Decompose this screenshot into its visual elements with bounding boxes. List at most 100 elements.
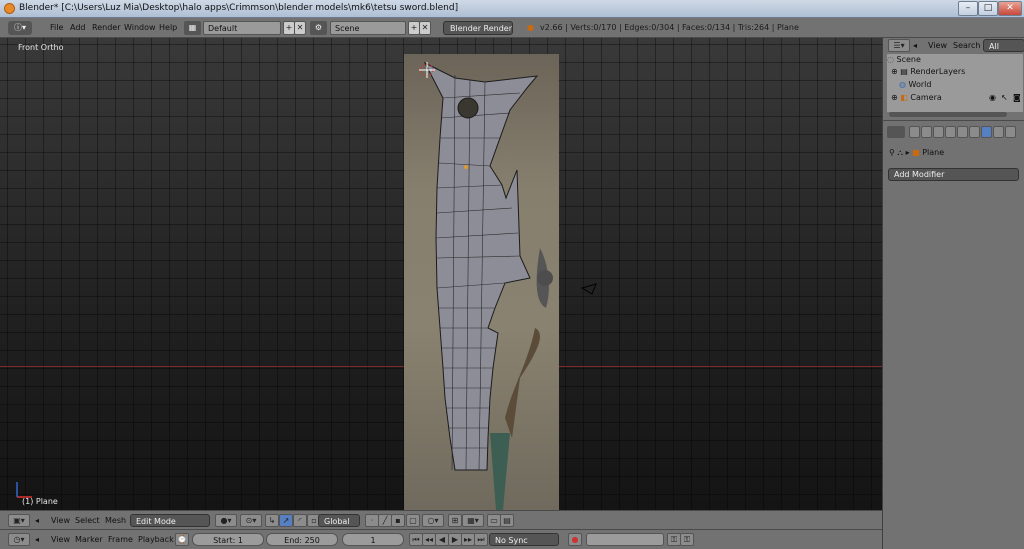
expand-toggle-icon[interactable]: ⊕ — [891, 93, 900, 102]
edge-select-icon[interactable]: ╱ — [378, 514, 392, 527]
outliner-row-scene[interactable]: ◌ Scene — [887, 54, 1023, 66]
properties-editor-type-icon[interactable] — [887, 126, 905, 138]
reference-handle-shape — [490, 433, 510, 510]
menu-add[interactable]: Add — [70, 21, 86, 35]
play-reverse-icon[interactable]: ◀ — [435, 533, 449, 546]
material-tab-icon[interactable] — [1005, 126, 1016, 138]
next-keyframe-icon[interactable]: ▸▸ — [461, 533, 475, 546]
delete-keyframe-icon[interactable]: ⚿ — [680, 533, 694, 546]
visibility-eye-icon[interactable]: ◉ — [989, 92, 996, 104]
selectability-arrow-icon[interactable]: ↖ — [1001, 92, 1008, 104]
limit-selection-icon[interactable]: ▢ — [406, 514, 420, 527]
camera-icon: ◧ — [900, 93, 911, 102]
menu-file[interactable]: File — [50, 21, 63, 35]
scene-icon[interactable]: ⚙ — [310, 21, 327, 35]
outliner-tree[interactable]: ◌ Scene ⊕ ▤ RenderLayers ◍ World ⊕ ◧ Cam… — [887, 54, 1023, 112]
view3d-menu-mesh[interactable]: Mesh — [105, 514, 126, 527]
translate-manipulator-icon[interactable]: ↗ — [279, 514, 293, 527]
view3d-menu-view[interactable]: View — [51, 514, 70, 527]
jump-start-icon[interactable]: ⏮ — [409, 533, 423, 546]
render-layers-icon: ▤ — [900, 67, 911, 76]
preview-range-icon[interactable]: ⌚ — [175, 533, 189, 546]
pivot-point-icon[interactable]: ⊙▾ — [240, 514, 262, 527]
object-data-tab-icon[interactable] — [993, 126, 1004, 138]
menu-help[interactable]: Help — [159, 21, 177, 35]
timeline-collapse-icon[interactable]: ◂ — [35, 533, 39, 546]
snap-element-icon[interactable]: ▦▾ — [462, 514, 484, 527]
view3d-editor-type-icon[interactable]: ▣▾ — [8, 514, 30, 527]
play-icon[interactable]: ▶ — [448, 533, 462, 546]
outliner-camera-label: Camera — [910, 93, 942, 102]
sync-mode-dropdown[interactable]: No Sync — [489, 533, 559, 546]
face-select-icon[interactable]: ▪ — [391, 514, 405, 527]
end-frame-field[interactable]: End: 250 — [266, 533, 338, 546]
outliner-panel: ☰▾ ◂ View Search All Scenes ◌ Scene ⊕ ▤ … — [882, 38, 1024, 120]
modifiers-wrench-tab-icon[interactable] — [981, 126, 992, 138]
minimize-button[interactable]: – — [958, 1, 978, 16]
add-modifier-dropdown[interactable]: Add Modifier — [888, 168, 1019, 181]
outliner-row-world[interactable]: ◍ World — [899, 79, 1023, 91]
outliner-row-renderlayers[interactable]: ⊕ ▤ RenderLayers — [891, 66, 1023, 78]
info-header: ⓘ▾ File Add Render Window Help ▦ Default… — [0, 18, 1024, 38]
render-layers-tab-icon[interactable] — [921, 126, 932, 138]
insert-keyframe-icon[interactable]: ⚿ — [667, 533, 681, 546]
screen-layout-icon[interactable]: ▦ — [184, 21, 201, 35]
constraints-tab-icon[interactable] — [969, 126, 980, 138]
outliner-menu-view[interactable]: View — [928, 39, 947, 52]
view3d-menu-select[interactable]: Select — [75, 514, 100, 527]
world-tab-icon[interactable] — [945, 126, 956, 138]
proportional-edit-icon[interactable]: ○▾ — [422, 514, 444, 527]
rotate-manipulator-icon[interactable]: ◜ — [293, 514, 307, 527]
collapse-menu-icon[interactable]: ◂ — [35, 514, 39, 527]
keying-set-field[interactable] — [586, 533, 664, 546]
reference-ornament-ring — [537, 270, 553, 286]
render-image-icon[interactable]: ▭ — [487, 514, 501, 527]
outliner-row-camera[interactable]: ⊕ ◧ Camera ◉ ↖ ◙ — [891, 92, 1023, 104]
sword-mesh[interactable] — [0, 38, 882, 510]
screen-delete-button[interactable]: ✕ — [294, 21, 306, 35]
timeline-menu-frame[interactable]: Frame — [108, 533, 133, 546]
outliner-scrollbar[interactable] — [889, 112, 1007, 117]
viewport-shading-icon[interactable]: ●▾ — [215, 514, 237, 527]
menu-window[interactable]: Window — [124, 21, 156, 35]
mode-dropdown[interactable]: Edit Mode — [130, 514, 210, 527]
manipulator-toggle-icon[interactable]: ↳ — [265, 514, 279, 527]
outliner-renderlayers-label: RenderLayers — [910, 67, 966, 76]
outliner-collapse-icon[interactable]: ◂ — [913, 39, 917, 52]
current-frame-field[interactable]: 1 — [342, 533, 404, 546]
menu-render[interactable]: Render — [92, 21, 120, 35]
vertex-select-icon[interactable]: ⋅ — [365, 514, 379, 527]
outliner-editor-type-icon[interactable]: ☰▾ — [888, 39, 910, 52]
timeline-menu-playback[interactable]: Playback — [138, 533, 174, 546]
render-animation-icon[interactable]: ▤ — [500, 514, 514, 527]
outliner-menu-search[interactable]: Search — [953, 39, 980, 52]
timeline-menu-view[interactable]: View — [51, 533, 70, 546]
jump-end-icon[interactable]: ⏭ — [474, 533, 488, 546]
start-frame-field[interactable]: Start: 1 — [192, 533, 264, 546]
expand-toggle-icon[interactable]: ⊕ — [891, 67, 900, 76]
maximize-button[interactable]: □ — [978, 1, 998, 16]
timeline-editor-type-icon[interactable]: ◷▾ — [8, 533, 30, 546]
render-engine-dropdown[interactable]: Blender Render — [443, 21, 513, 35]
prev-keyframe-icon[interactable]: ◂◂ — [422, 533, 436, 546]
close-button[interactable]: ✕ — [998, 1, 1022, 16]
screen-layout-field[interactable]: Default — [203, 21, 281, 35]
object-tab-icon[interactable] — [957, 126, 968, 138]
outliner-scene-label: Scene — [896, 55, 921, 64]
info-editor-type-icon[interactable]: ⓘ▾ — [8, 21, 32, 35]
outliner-display-mode-dropdown[interactable]: All Scenes — [983, 39, 1024, 64]
render-tab-icon[interactable] — [909, 126, 920, 138]
renderability-camera-icon[interactable]: ◙ — [1013, 92, 1021, 104]
view-label: Front Ortho — [18, 43, 64, 52]
auto-keyframe-record-icon[interactable]: ● — [568, 533, 582, 546]
scene-tab-icon[interactable] — [933, 126, 944, 138]
scene-delete-button[interactable]: ✕ — [419, 21, 431, 35]
scene-field[interactable]: Scene — [330, 21, 406, 35]
snap-toggle-icon[interactable]: ⊞ — [448, 514, 462, 527]
timeline-header: ◷▾ ◂ View Marker Frame Playback ⌚ Start:… — [0, 529, 882, 549]
transform-orientation-dropdown[interactable]: Global — [318, 514, 360, 527]
timeline-menu-marker[interactable]: Marker — [75, 533, 103, 546]
reference-guard-shape — [505, 328, 540, 438]
3d-viewport[interactable]: Front Ortho (1) Plane — [0, 38, 882, 510]
active-object-label: (1) Plane — [22, 497, 58, 506]
